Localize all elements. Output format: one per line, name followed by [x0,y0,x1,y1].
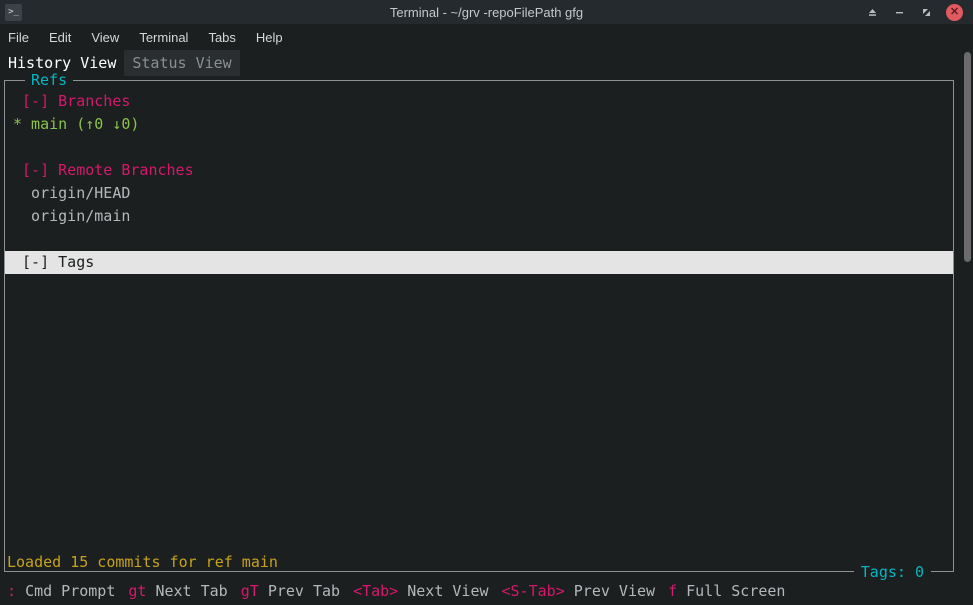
keybinding-description: Prev Tab [267,582,341,600]
refs-row[interactable]: [-] Branches [5,90,953,113]
refs-panel: Refs [-] Branches * main (↑0 ↓0) [-] Remo… [4,72,954,581]
window-title: Terminal - ~/grv -repoFilePath gfg [389,4,584,20]
keybinding-key: f [668,582,678,600]
refs-row[interactable]: origin/main [5,205,953,228]
keybinding-item[interactable]: : Cmd Prompt [7,582,115,600]
refs-row-spacer [5,228,953,251]
keybinding-item[interactable]: gt Next Tab [128,582,227,600]
keybinding-key: gT [240,582,259,600]
keybinding-item[interactable]: <S-Tab> Prev View [502,582,656,600]
keybinding-description: Cmd Prompt [25,582,116,600]
refs-panel-title: Refs [25,72,74,88]
view-tab-bar: History View Status View [0,50,962,76]
keybinding-description: Full Screen [686,582,786,600]
keybinding-key: <S-Tab> [501,582,565,600]
keybinding-key: <Tab> [353,582,399,600]
keybinding-description: Prev View [573,582,656,600]
tab-status-view[interactable]: Status View [124,50,240,76]
refs-row-spacer [5,136,953,159]
menu-item-help[interactable]: Help [256,30,283,45]
keybinding-description: Next View [407,582,489,600]
menu-bar: File Edit View Terminal Tabs Help [0,24,973,50]
terminal-content: History View Status View Refs [-] Branch… [0,50,962,605]
keybinding-key: gt [128,582,147,600]
terminal-prompt-icon: >_ [5,3,22,21]
close-icon[interactable]: ✕ [946,3,963,21]
menu-item-view[interactable]: View [91,30,119,45]
refs-list[interactable]: [-] Branches * main (↑0 ↓0) [-] Remote Br… [5,81,953,274]
terminal-scrollbar[interactable] [962,50,973,605]
minimize-icon[interactable] [892,5,906,19]
window-controls: ✕ [865,3,973,21]
menu-item-edit[interactable]: Edit [49,30,71,45]
status-message: Loaded 15 commits for ref main [7,553,278,571]
keybinding-description: Next Tab [155,582,228,600]
title-bar: >_ Terminal - ~/grv -repoFilePath gfg ✕ [0,0,973,24]
menu-item-file[interactable]: File [8,30,29,45]
keybinding-key: : [7,582,17,600]
maximize-icon[interactable] [919,5,933,19]
refs-row[interactable]: * main (↑0 ↓0) [5,113,953,136]
scrollbar-thumb[interactable] [964,52,971,262]
menu-item-tabs[interactable]: Tabs [208,30,235,45]
keybinding-item[interactable]: gT Prev Tab [241,582,340,600]
refs-row[interactable]: origin/HEAD [5,182,953,205]
keybinding-help-bar: : Cmd Prompt gt Next Tab gT Prev Tab <Tab> … [0,580,962,603]
keybinding-item[interactable]: f Full Screen [668,582,785,600]
eject-icon[interactable] [865,5,879,19]
menu-item-terminal[interactable]: Terminal [139,30,188,45]
refs-row[interactable]: [-] Remote Branches [5,159,953,182]
keybinding-item[interactable]: <Tab> Next View [353,582,488,600]
refs-row[interactable]: [-] Tags [5,251,953,274]
